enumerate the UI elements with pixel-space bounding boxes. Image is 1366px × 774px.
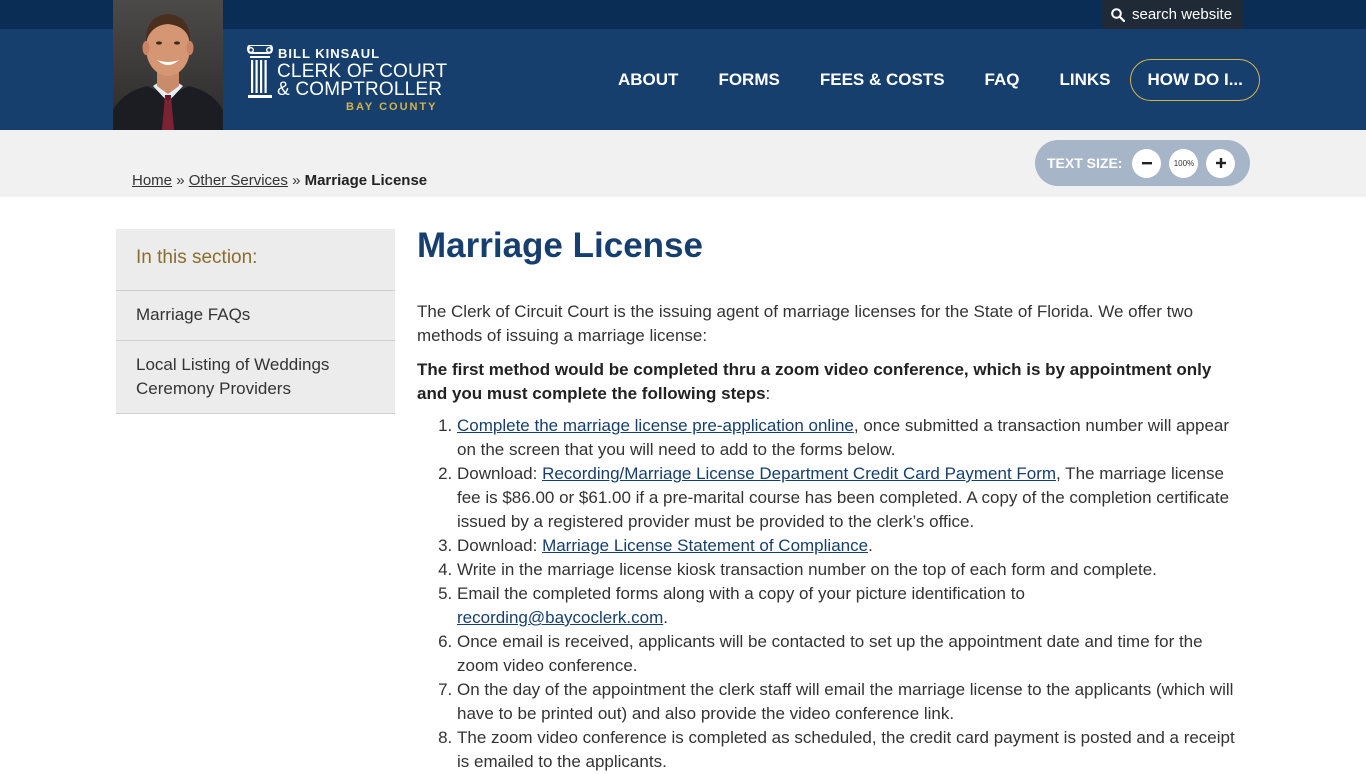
column-icon bbox=[246, 45, 274, 98]
nav-about[interactable]: ABOUT bbox=[598, 70, 698, 90]
step-text: . bbox=[663, 608, 668, 627]
step-text: Download: bbox=[457, 536, 543, 555]
step-text: Download: bbox=[457, 464, 543, 483]
sidebar-heading: In this section: bbox=[116, 229, 395, 291]
nav-faq[interactable]: FAQ bbox=[965, 70, 1040, 90]
plus-icon bbox=[1215, 158, 1226, 168]
breadcrumb-home[interactable]: Home bbox=[132, 172, 172, 189]
search-button[interactable]: search website bbox=[1102, 0, 1243, 29]
logo-county: BAY COUNTY bbox=[346, 101, 438, 113]
list-item: Complete the marriage license pre-applic… bbox=[457, 414, 1237, 462]
clerk-portrait bbox=[113, 0, 223, 130]
breadcrumb-other-services[interactable]: Other Services bbox=[189, 172, 288, 189]
list-item: Email the completed forms along with a c… bbox=[457, 582, 1237, 630]
text-size-control: TEXT SIZE: 100% bbox=[1035, 140, 1250, 186]
list-item: Download: Marriage License Statement of … bbox=[457, 534, 1237, 558]
list-item: On the day of the appointment the clerk … bbox=[457, 678, 1237, 726]
list-item: Once email is received, applicants will … bbox=[457, 630, 1237, 678]
list-item: Download: Recording/Marriage License Dep… bbox=[457, 462, 1237, 534]
breadcrumb-current: Marriage License bbox=[304, 172, 428, 189]
payment-form-link[interactable]: Recording/Marriage License Department Cr… bbox=[542, 464, 1056, 483]
logo-name: BILL KINSAUL bbox=[278, 46, 381, 61]
search-icon bbox=[1111, 7, 1125, 22]
clerk-logo[interactable]: BILL KINSAUL CLERK OF COURT & COMPTROLLE… bbox=[246, 45, 451, 115]
breadcrumb-separator: » bbox=[176, 172, 185, 189]
main-content: Marriage License The Clerk of Circuit Co… bbox=[417, 222, 1237, 774]
text-size-value: 100% bbox=[1169, 148, 1199, 178]
step-text: Email the completed forms along with a c… bbox=[457, 584, 1025, 603]
sidebar-item-marriage-faqs[interactable]: Marriage FAQs bbox=[116, 291, 395, 341]
step-text: . bbox=[868, 536, 873, 555]
logo-line-2: & COMPTROLLER bbox=[277, 79, 443, 100]
breadcrumb: Home » Other Services » Marriage License bbox=[132, 172, 427, 189]
nav-forms[interactable]: FORMS bbox=[698, 70, 799, 90]
intro-paragraph: The Clerk of Circuit Court is the issuin… bbox=[417, 302, 1194, 345]
increase-text-button[interactable] bbox=[1206, 148, 1236, 178]
text-size-label: TEXT SIZE: bbox=[1047, 155, 1123, 171]
nav-fees-costs[interactable]: FEES & COSTS bbox=[800, 70, 965, 90]
statement-of-compliance-link[interactable]: Marriage License Statement of Compliance bbox=[542, 536, 868, 555]
list-item: Write in the marriage license kiosk tran… bbox=[457, 558, 1237, 582]
nav-links[interactable]: LINKS bbox=[1039, 70, 1130, 90]
method-one-bold: The first method would be completed thru… bbox=[417, 360, 1212, 403]
section-sidebar: In this section: Marriage FAQs Local Lis… bbox=[116, 229, 395, 414]
main-navigation: ABOUT FORMS FEES & COSTS FAQ LINKS HOW D… bbox=[598, 59, 1260, 101]
how-do-i-button[interactable]: HOW DO I... bbox=[1130, 59, 1260, 101]
pre-application-link[interactable]: Complete the marriage license pre-applic… bbox=[457, 416, 854, 435]
breadcrumb-separator: » bbox=[292, 172, 301, 189]
recording-email-link[interactable]: recording@baycoclerk.com bbox=[457, 608, 663, 627]
decrease-text-button[interactable] bbox=[1132, 148, 1162, 178]
sidebar-item-wedding-providers[interactable]: Local Listing of Weddings Ceremony Provi… bbox=[116, 341, 395, 414]
steps-list: Complete the marriage license pre-applic… bbox=[417, 414, 1237, 774]
minus-icon bbox=[1141, 162, 1152, 165]
method-one-colon: : bbox=[765, 384, 771, 403]
search-label: search website bbox=[1132, 6, 1233, 23]
page-title: Marriage License bbox=[417, 226, 703, 265]
list-item: The zoom video conference is completed a… bbox=[457, 726, 1237, 774]
method-one-intro: The first method would be completed thru… bbox=[417, 358, 1237, 406]
